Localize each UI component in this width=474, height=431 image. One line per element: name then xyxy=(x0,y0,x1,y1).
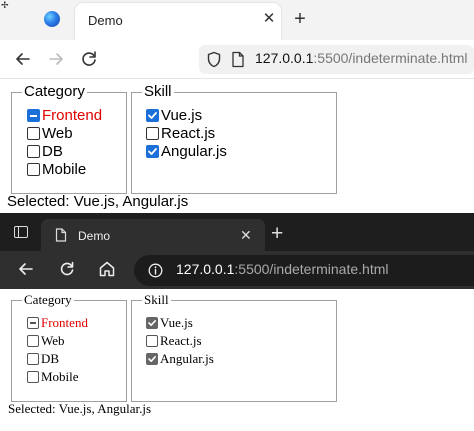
corner-glyph: ✢ xyxy=(1,0,9,10)
selected-text: Selected: Vue.js, Angular.js xyxy=(7,193,189,210)
info-icon[interactable] xyxy=(148,263,163,278)
checkmark-icon xyxy=(148,112,157,119)
angularjs-label: Angular.js xyxy=(160,351,214,366)
reactjs-label: React.js xyxy=(161,125,216,142)
url-path: :5500/indeterminate.html xyxy=(234,261,389,277)
forward-arrow-icon[interactable] xyxy=(45,48,67,70)
db-label: DB xyxy=(42,143,63,160)
frontend-label: Frontend xyxy=(42,107,103,124)
back-arrow-icon[interactable] xyxy=(16,259,36,279)
vuejs-label: Vue.js xyxy=(161,107,203,124)
tab-title: Demo xyxy=(78,229,111,243)
category-legend: Category xyxy=(22,83,87,101)
angularjs-label: Angular.js xyxy=(161,143,227,160)
angularjs-checkbox[interactable] xyxy=(146,145,159,158)
page-icon[interactable] xyxy=(231,51,245,68)
checkmark-icon xyxy=(148,148,157,155)
reactjs-checkbox[interactable] xyxy=(146,335,158,347)
skill-legend: Skill xyxy=(142,292,171,308)
reactjs-checkbox[interactable] xyxy=(146,127,159,140)
mobile-label: Mobile xyxy=(42,161,87,178)
url-text[interactable]: 127.0.0.1:5500/indeterminate.html xyxy=(176,261,388,277)
url-path: :5500/indeterminate.html xyxy=(313,50,468,66)
tab-close-button[interactable]: ✕ xyxy=(260,10,278,28)
db-label: DB xyxy=(41,351,60,366)
frontend-checkbox[interactable] xyxy=(27,317,39,329)
web-checkbox[interactable] xyxy=(27,335,39,347)
frontend-label: Frontend xyxy=(41,315,88,330)
reactjs-label: React.js xyxy=(160,333,202,348)
refresh-icon[interactable] xyxy=(57,259,77,279)
tab-close-button[interactable]: ✕ xyxy=(240,227,252,244)
category-legend: Category xyxy=(22,292,74,308)
web-checkbox[interactable] xyxy=(27,127,40,140)
angularjs-checkbox[interactable] xyxy=(146,353,158,365)
page-icon xyxy=(55,228,67,242)
web-label: Web xyxy=(41,333,65,348)
tab-title: Demo xyxy=(88,13,123,28)
back-arrow-icon[interactable] xyxy=(12,48,34,70)
url-text[interactable]: 127.0.0.1:5500/indeterminate.html xyxy=(255,50,467,66)
mobile-checkbox[interactable] xyxy=(27,371,39,383)
frontend-checkbox[interactable] xyxy=(27,109,40,122)
vuejs-label: Vue.js xyxy=(160,315,193,330)
selected-text: Selected: Vue.js, Angular.js xyxy=(8,401,152,416)
url-host: 127.0.0.1 xyxy=(176,261,235,277)
tab-demo[interactable] xyxy=(41,219,265,251)
shield-icon[interactable] xyxy=(206,51,222,68)
mobile-checkbox[interactable] xyxy=(27,163,40,176)
home-icon[interactable] xyxy=(97,259,117,279)
url-host: 127.0.0.1 xyxy=(255,50,314,66)
browser-logo-icon[interactable] xyxy=(44,11,60,27)
mobile-label: Mobile xyxy=(41,369,79,384)
checkmark-icon xyxy=(148,356,156,362)
vuejs-checkbox[interactable] xyxy=(146,317,158,329)
checkmark-icon xyxy=(148,320,156,326)
vuejs-checkbox[interactable] xyxy=(146,109,159,122)
bottom-browser-window: Demo ✕ + 127.0.0.1:5500/indeterminate.ht… xyxy=(0,213,474,431)
db-checkbox[interactable] xyxy=(27,353,39,365)
top-browser-window: ✢ Demo ✕ + 127.0.0.1:5500/indeterminate.… xyxy=(0,0,474,215)
db-checkbox[interactable] xyxy=(27,145,40,158)
sidebar-toggle-icon[interactable] xyxy=(14,226,28,238)
skill-legend: Skill xyxy=(142,83,174,101)
new-tab-button[interactable]: + xyxy=(290,8,310,30)
web-label: Web xyxy=(42,125,73,142)
new-tab-button[interactable]: + xyxy=(271,223,283,245)
refresh-icon[interactable] xyxy=(78,48,100,70)
